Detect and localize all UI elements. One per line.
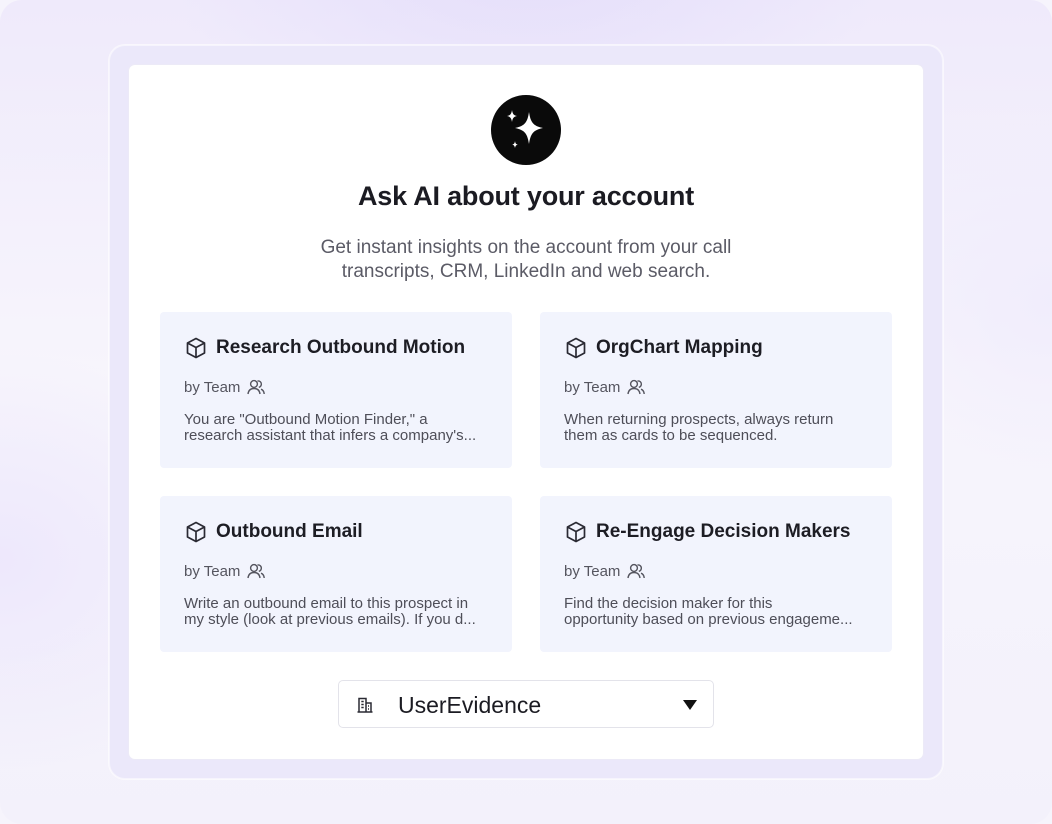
building-icon [357, 697, 373, 713]
card-author-label: by Team [564, 378, 621, 396]
account-select-value: UserEvidence [398, 692, 542, 718]
page-subtitle: Get instant insights on the account from… [276, 236, 776, 284]
cube-icon [566, 521, 586, 543]
card-description-line: research assistant that infers a company… [184, 428, 477, 444]
card-description: You are "Outbound Motion Finder," a rese… [184, 412, 494, 446]
card-title: OrgChart Mapping [596, 337, 763, 358]
card-title: Outbound Email [216, 521, 363, 542]
card-author: by Team [564, 377, 646, 397]
cube-icon [186, 337, 206, 359]
card-author: by Team [184, 377, 266, 397]
card-description: Find the decision maker for this opportu… [564, 596, 874, 630]
card-description-line: You are "Outbound Motion Finder," a [184, 412, 428, 428]
card-description-line: Write an outbound email to this prospect… [184, 596, 469, 612]
card-author-label: by Team [184, 378, 241, 396]
team-icon [247, 379, 266, 395]
prompt-card-orgchart-mapping[interactable]: OrgChart Mapping by Team When returning … [540, 312, 892, 468]
ask-ai-panel: Ask AI about your account Get instant in… [129, 65, 923, 759]
card-description-line: my style (look at previous emails). If y… [184, 612, 476, 628]
team-icon [247, 563, 266, 579]
page-title: Ask AI about your account [357, 181, 695, 211]
prompt-card-research-outbound-motion[interactable]: Research Outbound Motion by Team You are… [160, 312, 512, 468]
team-icon [627, 563, 646, 579]
card-description: Write an outbound email to this prospect… [184, 596, 494, 630]
caret-down-icon[interactable] [682, 699, 698, 711]
card-author-label: by Team [184, 562, 241, 580]
subtitle-line-1: Get instant insights on the account from… [320, 237, 732, 258]
card-title: Re-Engage Decision Makers [596, 521, 851, 542]
sparkles-icon [491, 95, 561, 165]
card-author: by Team [184, 561, 266, 581]
card-description-line: When returning prospects, always return [564, 412, 834, 428]
card-description-line: Find the decision maker for this [564, 596, 773, 612]
prompt-card-re-engage-decision-makers[interactable]: Re-Engage Decision Makers by Team Find t… [540, 496, 892, 652]
subtitle-line-2: transcripts, CRM, LinkedIn and web searc… [341, 261, 711, 282]
card-author: by Team [564, 561, 646, 581]
card-description: When returning prospects, always return … [564, 412, 874, 446]
team-icon [627, 379, 646, 395]
cube-icon [566, 337, 586, 359]
card-title: Research Outbound Motion [216, 337, 466, 358]
card-author-label: by Team [564, 562, 621, 580]
cube-icon [186, 521, 206, 543]
card-description-line: them as cards to be sequenced. [564, 428, 778, 444]
prompt-card-outbound-email[interactable]: Outbound Email by Team Write an outbound… [160, 496, 512, 652]
card-description-line: opportunity based on previous engageme..… [564, 612, 853, 628]
account-select[interactable]: UserEvidence [338, 680, 714, 728]
